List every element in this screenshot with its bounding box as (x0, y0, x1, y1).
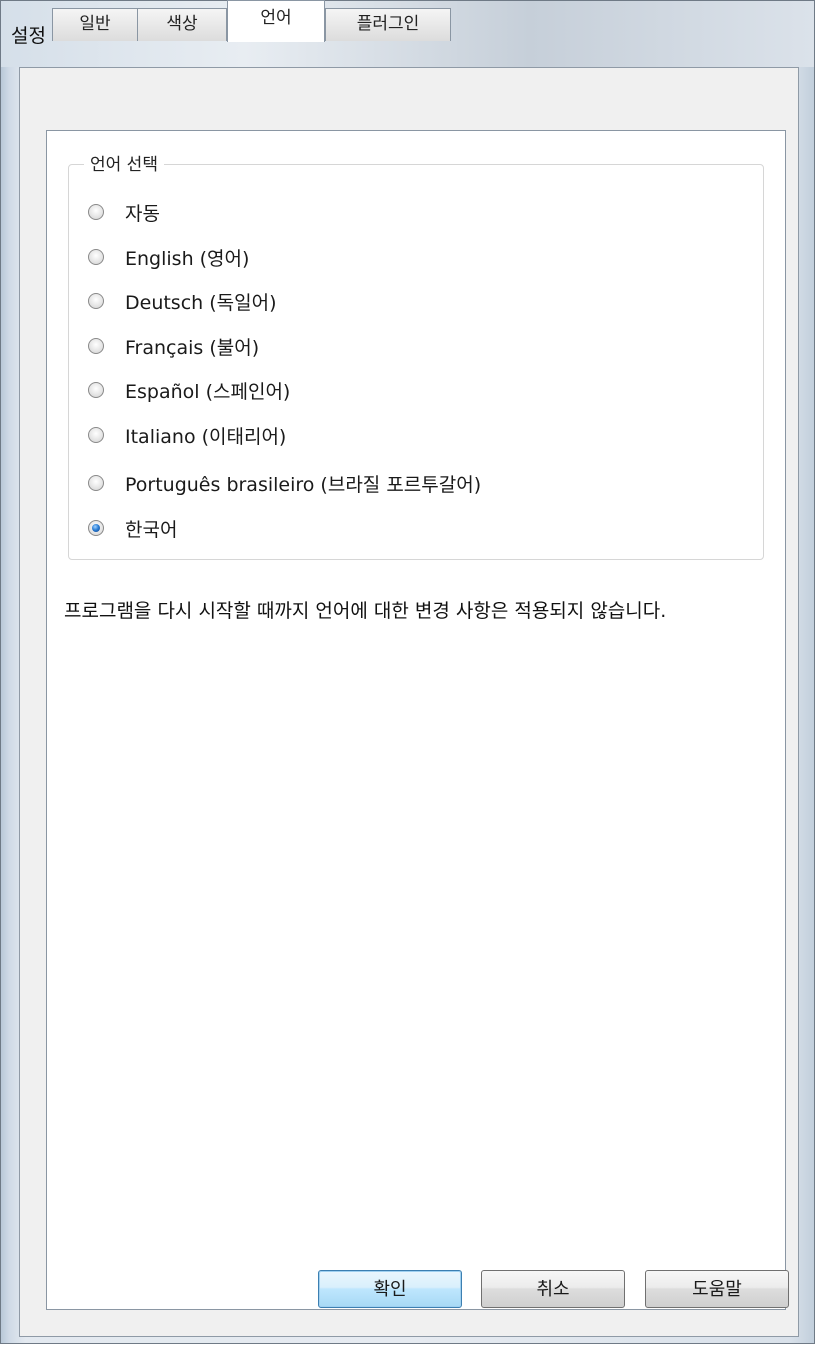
tab-plugins[interactable]: 플러그인 (325, 8, 451, 41)
language-groupbox-legend: 언어 선택 (84, 150, 164, 175)
radio-button-checked-icon[interactable] (88, 520, 104, 536)
radio-label: Italiano (이태리어) (125, 425, 287, 448)
radio-language-italian[interactable]: Italiano (이태리어) (88, 421, 286, 449)
help-button[interactable]: 도움말 (645, 1270, 789, 1308)
radio-language-french[interactable]: Français (불어) (88, 332, 259, 360)
radio-button-icon[interactable] (88, 475, 104, 491)
tab-colors[interactable]: 색상 (137, 8, 227, 41)
radio-label: 자동 (125, 202, 160, 225)
radio-language-english[interactable]: English (영어) (88, 243, 249, 271)
radio-button-icon[interactable] (88, 382, 104, 398)
radio-language-korean[interactable]: 한국어 (88, 514, 177, 542)
radio-label: Português brasileiro (브라질 포르투갈어) (125, 473, 482, 496)
radio-button-icon[interactable] (88, 293, 104, 309)
radio-button-icon[interactable] (88, 338, 104, 354)
radio-button-icon[interactable] (88, 427, 104, 443)
radio-language-german[interactable]: Deutsch (독일어) (88, 287, 277, 315)
tab-language[interactable]: 언어 (227, 0, 325, 42)
radio-language-auto[interactable]: 자동 (88, 198, 160, 226)
radio-label: Español (스페인어) (125, 380, 291, 403)
radio-label: Français (불어) (125, 336, 260, 359)
cancel-button[interactable]: 취소 (481, 1270, 625, 1308)
radio-button-icon[interactable] (88, 249, 104, 265)
radio-label: English (영어) (125, 247, 250, 270)
window-title: 설정 (11, 25, 46, 47)
radio-language-portuguese[interactable]: Português brasileiro (브라질 포르투갈어) (88, 469, 481, 497)
radio-button-icon[interactable] (88, 204, 104, 220)
language-groupbox (68, 164, 764, 560)
radio-label: 한국어 (125, 518, 178, 541)
radio-language-spanish[interactable]: Español (스페인어) (88, 376, 290, 404)
restart-notice: 프로그램을 다시 시작할 때까지 언어에 대한 변경 사항은 적용되지 않습니다… (64, 600, 667, 622)
radio-label: Deutsch (독일어) (125, 291, 277, 314)
tab-general[interactable]: 일반 (52, 8, 138, 41)
ok-button[interactable]: 확인 (318, 1270, 462, 1308)
